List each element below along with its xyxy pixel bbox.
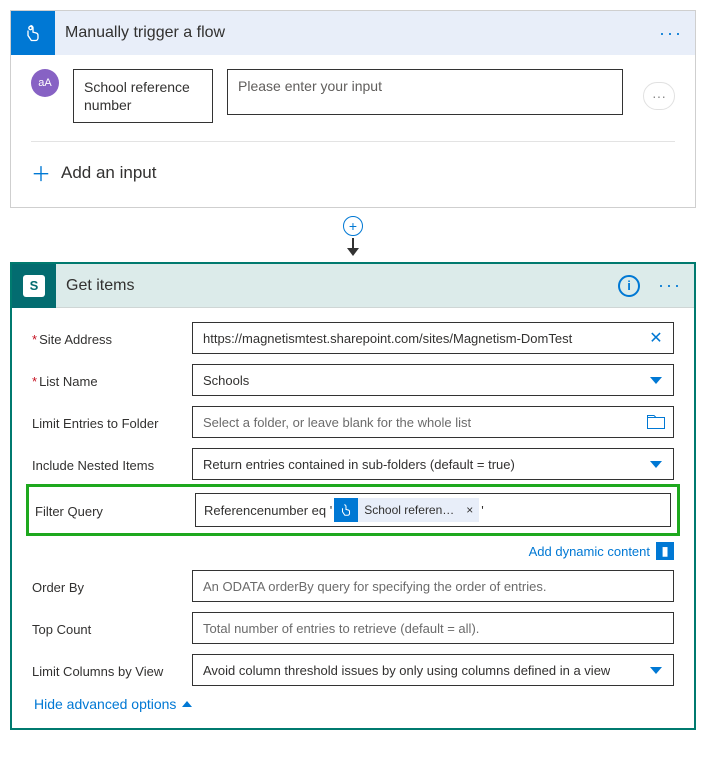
filter-query-highlight: Filter Query Referencenumber eq ' School…: [26, 484, 680, 536]
input-limit-folder[interactable]: Select a folder, or leave blank for the …: [192, 406, 674, 438]
trigger-header[interactable]: Manually trigger a flow ···: [11, 11, 695, 55]
row-limit-columns: Limit Columns by View Avoid column thres…: [32, 654, 674, 686]
action-more-button[interactable]: ···: [656, 272, 684, 300]
label-site-address: *Site Address: [32, 330, 182, 347]
placeholder-limit-folder: Select a folder, or leave blank for the …: [203, 415, 471, 430]
sharepoint-icon: S: [12, 264, 56, 308]
chevron-down-icon[interactable]: [645, 659, 667, 681]
touch-icon: [334, 498, 358, 522]
dynamic-token[interactable]: School referen… ×: [334, 498, 479, 522]
hide-advanced-label: Hide advanced options: [34, 696, 176, 712]
action-card: S Get items i ··· *Site Address https://…: [10, 262, 696, 730]
value-list-name: Schools: [203, 373, 249, 388]
folder-icon[interactable]: [645, 411, 667, 433]
insert-step-button[interactable]: +: [343, 216, 363, 236]
label-list-name: *List Name: [32, 372, 182, 389]
value-limit-columns: Avoid column threshold issues by only us…: [203, 663, 610, 678]
token-remove-icon[interactable]: ×: [460, 503, 479, 517]
info-button[interactable]: i: [618, 275, 640, 297]
clear-icon[interactable]: ✕: [645, 327, 667, 349]
connector: +: [10, 216, 696, 256]
input-value-field[interactable]: Please enter your input: [227, 69, 623, 115]
trigger-more-button[interactable]: ···: [657, 19, 685, 47]
filter-suffix: ': [481, 503, 483, 518]
text-type-icon: aA: [31, 69, 59, 97]
chevron-up-icon: [182, 701, 192, 707]
input-name-field[interactable]: School reference number: [73, 69, 213, 123]
placeholder-order-by: An ODATA orderBy query for specifying th…: [203, 579, 546, 594]
trigger-title: Manually trigger a flow: [65, 24, 647, 42]
action-title: Get items: [66, 277, 608, 295]
touch-icon: [11, 11, 55, 55]
action-header[interactable]: S Get items i ···: [12, 264, 694, 308]
action-body: *Site Address https://magnetismtest.shar…: [12, 308, 694, 728]
row-site-address: *Site Address https://magnetismtest.shar…: [32, 322, 674, 354]
label-top-count: Top Count: [32, 620, 182, 637]
input-include-nested[interactable]: Return entries contained in sub-folders …: [192, 448, 674, 480]
hide-advanced-toggle[interactable]: Hide advanced options: [34, 696, 674, 712]
value-site-address: https://magnetismtest.sharepoint.com/sit…: [203, 331, 572, 346]
row-include-nested: Include Nested Items Return entries cont…: [32, 448, 674, 480]
add-dynamic-content-link[interactable]: Add dynamic content: [529, 544, 650, 559]
chevron-down-icon[interactable]: [645, 453, 667, 475]
input-list-name[interactable]: Schools: [192, 364, 674, 396]
label-filter-query: Filter Query: [35, 502, 185, 519]
row-top-count: Top Count Total number of entries to ret…: [32, 612, 674, 644]
label-order-by: Order By: [32, 578, 182, 595]
add-dynamic-content-button[interactable]: ▮: [656, 542, 674, 560]
add-input-label: Add an input: [61, 163, 156, 183]
value-include-nested: Return entries contained in sub-folders …: [203, 457, 515, 472]
chevron-down-icon[interactable]: [645, 369, 667, 391]
filter-prefix: Referencenumber eq ': [204, 503, 332, 518]
input-filter-query[interactable]: Referencenumber eq ' School referen… × ': [195, 493, 671, 527]
row-order-by: Order By An ODATA orderBy query for spec…: [32, 570, 674, 602]
input-order-by[interactable]: An ODATA orderBy query for specifying th…: [192, 570, 674, 602]
label-limit-folder: Limit Entries to Folder: [32, 414, 182, 431]
placeholder-top-count: Total number of entries to retrieve (def…: [203, 621, 479, 636]
input-limit-columns[interactable]: Avoid column threshold issues by only us…: [192, 654, 674, 686]
dynamic-content-row: Add dynamic content ▮: [192, 542, 674, 560]
label-limit-columns: Limit Columns by View: [32, 662, 182, 679]
row-filter-query: Filter Query Referencenumber eq ' School…: [35, 493, 671, 527]
plus-icon: ＋: [31, 158, 51, 187]
input-top-count[interactable]: Total number of entries to retrieve (def…: [192, 612, 674, 644]
token-label: School referen…: [364, 503, 460, 517]
row-list-name: *List Name Schools: [32, 364, 674, 396]
add-input-button[interactable]: ＋ Add an input: [31, 142, 675, 193]
label-include-nested: Include Nested Items: [32, 456, 182, 473]
trigger-body: aA School reference number Please enter …: [11, 55, 695, 207]
arrow-down-icon: [347, 248, 359, 256]
input-site-address[interactable]: https://magnetismtest.sharepoint.com/sit…: [192, 322, 674, 354]
row-limit-folder: Limit Entries to Folder Select a folder,…: [32, 406, 674, 438]
arrow-stem: [352, 238, 354, 248]
trigger-card: Manually trigger a flow ··· aA School re…: [10, 10, 696, 208]
trigger-input-row: aA School reference number Please enter …: [31, 69, 675, 123]
input-more-button[interactable]: ···: [643, 82, 675, 110]
